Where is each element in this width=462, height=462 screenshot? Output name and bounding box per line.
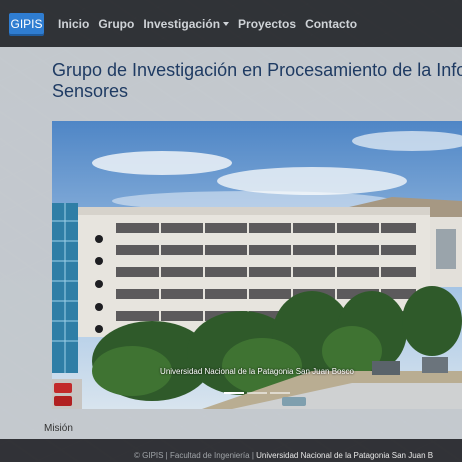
footer-text: © GIPIS | Facultad de Ingeniería | Unive… (134, 451, 433, 460)
nav-link-contacto[interactable]: Contacto (305, 17, 357, 31)
carousel-indicator[interactable] (270, 392, 290, 394)
main-nav: Inicio Grupo Investigación Proyectos Con… (58, 17, 357, 31)
nav-dropdown-label: Investigación (143, 16, 221, 31)
footer-university-link[interactable]: Universidad Nacional de la Patagonia San… (256, 451, 433, 460)
footer-copyright: © GIPIS | Facultad de Ingeniería | (134, 451, 257, 460)
nav-link-inicio[interactable]: Inicio (58, 17, 89, 31)
nav-link-grupo[interactable]: Grupo (98, 17, 134, 31)
carousel-indicators (52, 392, 462, 394)
page-title: Grupo de Investigación en Procesamiento … (52, 60, 462, 102)
caret-down-icon (223, 22, 230, 27)
carousel-caption: Universidad Nacional de la Patagonia San… (160, 367, 354, 376)
page-footer: © GIPIS | Facultad de Ingeniería | Unive… (0, 439, 462, 462)
nav-link-proyectos[interactable]: Proyectos (238, 17, 296, 31)
page-title-line-2: Sensores (52, 81, 129, 101)
campus-building-photo (52, 121, 462, 409)
nav-dropdown-investigacion[interactable]: Investigación (143, 16, 230, 31)
brand-logo[interactable]: GIPIS (9, 13, 44, 34)
carousel-slide[interactable]: Universidad Nacional de la Patagonia San… (52, 121, 462, 409)
carousel-indicator[interactable] (224, 392, 244, 394)
page-title-line-1: Grupo de Investigación en Procesamiento … (52, 60, 462, 80)
mision-link[interactable]: Misión (44, 423, 73, 434)
top-navbar: GIPIS Inicio Grupo Investigación Proyect… (0, 0, 462, 47)
carousel-indicator[interactable] (247, 392, 267, 394)
